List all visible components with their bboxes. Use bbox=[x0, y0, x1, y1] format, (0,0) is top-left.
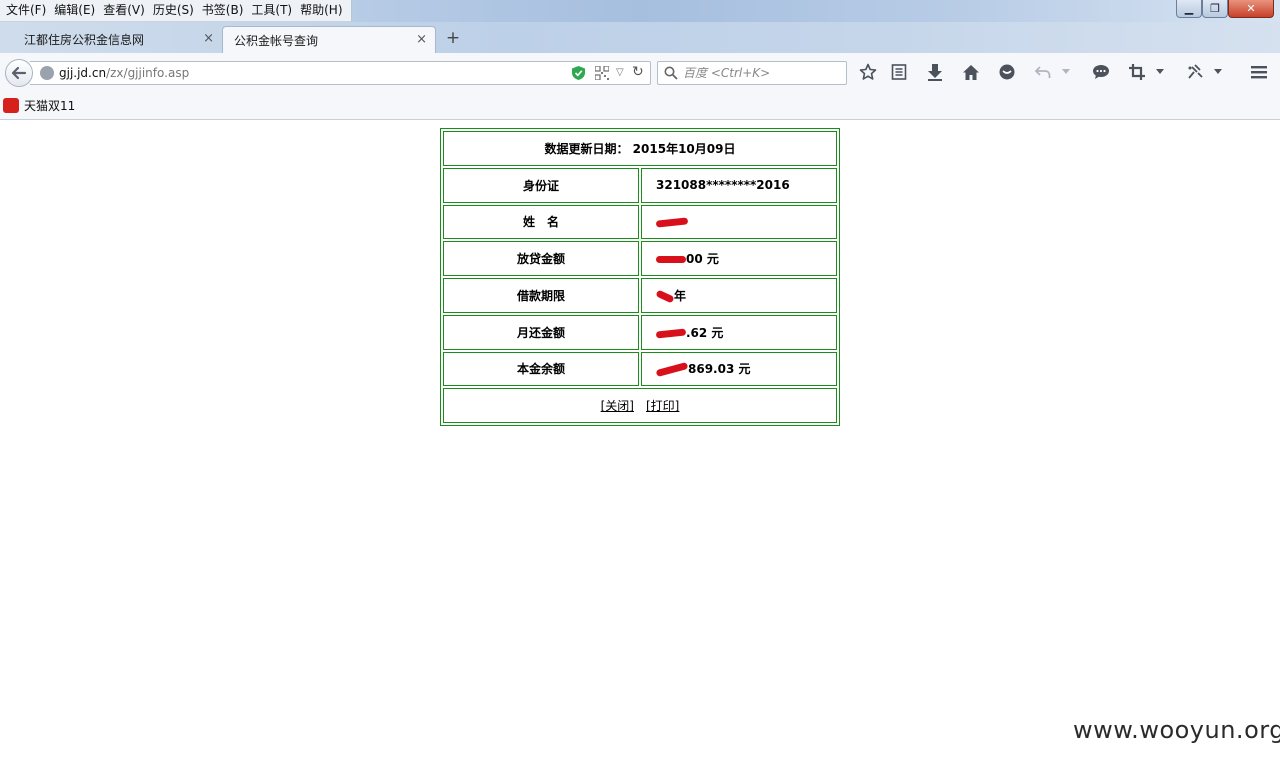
redaction-mark bbox=[655, 362, 689, 378]
close-window-button[interactable]: ✕ bbox=[1228, 0, 1274, 18]
table-row: 借款期限 年 bbox=[443, 278, 837, 313]
menu-icon[interactable] bbox=[1249, 62, 1269, 82]
extension-icon[interactable] bbox=[1185, 62, 1205, 82]
crop-icon[interactable] bbox=[1127, 62, 1147, 82]
download-icon[interactable] bbox=[925, 62, 945, 82]
tab-close-icon[interactable]: × bbox=[203, 32, 214, 46]
tab-label: 江都住房公积金信息网 bbox=[24, 33, 145, 47]
tab-jiangdu-gjj[interactable]: 江都住房公积金信息网 × bbox=[0, 26, 222, 53]
new-tab-button[interactable]: + bbox=[444, 28, 462, 48]
back-button[interactable] bbox=[5, 59, 33, 87]
menu-edit[interactable]: 编辑(E) bbox=[50, 0, 99, 21]
back-arrow-icon bbox=[11, 66, 27, 80]
menu-bar: 文件(F) 编辑(E) 查看(V) 历史(S) 书签(B) 工具(T) 帮助(H… bbox=[0, 0, 352, 22]
principal-balance-value: 869.03 元 bbox=[641, 351, 837, 387]
account-info-table: 数据更新日期： 2015年10月09日 身份证 321088********20… bbox=[440, 128, 840, 426]
close-link[interactable]: [关闭] bbox=[601, 399, 634, 413]
reading-list-icon[interactable] bbox=[889, 62, 909, 82]
loan-term-label: 借款期限 bbox=[443, 278, 639, 313]
qr-code-icon[interactable] bbox=[595, 66, 609, 80]
tab-label: 公积金帐号查询 bbox=[234, 34, 319, 48]
maximize-button[interactable]: ❐ bbox=[1202, 0, 1228, 18]
principal-balance-label: 本金余额 bbox=[443, 351, 639, 387]
menu-file[interactable]: 文件(F) bbox=[2, 0, 50, 21]
loan-term-value: 年 bbox=[641, 278, 837, 313]
home-icon[interactable] bbox=[961, 62, 981, 82]
watermark: www.wooyun.org bbox=[1073, 716, 1280, 744]
url-text[interactable]: gjj.jd.cn/zx/gjjinfo.asp bbox=[59, 65, 189, 81]
tab-close-icon[interactable]: × bbox=[416, 33, 427, 47]
reload-icon[interactable]: ↻ bbox=[632, 64, 644, 80]
menu-bookmarks[interactable]: 书签(B) bbox=[198, 0, 248, 21]
minimize-button[interactable]: ▁ bbox=[1176, 0, 1202, 18]
redaction-mark bbox=[655, 217, 689, 228]
dropdown-arrow-icon[interactable]: ▽ bbox=[616, 67, 624, 78]
menu-view[interactable]: 查看(V) bbox=[99, 0, 149, 21]
bookmark-tmall[interactable]: 天猫双11 bbox=[24, 99, 75, 114]
update-date: 数据更新日期： 2015年10月09日 bbox=[443, 131, 837, 166]
crop-dropdown-icon[interactable] bbox=[1153, 62, 1167, 82]
redaction-mark bbox=[655, 328, 687, 339]
monthly-payment-label: 月还金额 bbox=[443, 314, 639, 350]
undo-dropdown-icon[interactable] bbox=[1059, 62, 1073, 82]
print-link[interactable]: [打印] bbox=[646, 399, 679, 413]
loan-amount-value: 00 元 bbox=[641, 241, 837, 276]
site-identity-icon[interactable] bbox=[40, 66, 54, 80]
actions-cell: [关闭] [打印] bbox=[443, 388, 837, 423]
id-card-number: 321088********2016 bbox=[656, 178, 790, 193]
table-row: 本金余额 869.03 元 bbox=[443, 351, 837, 387]
menu-help[interactable]: 帮助(H) bbox=[296, 0, 346, 21]
bookmarks-bar bbox=[0, 93, 1280, 120]
monthly-payment-value: .62 元 bbox=[641, 314, 837, 350]
menu-history[interactable]: 历史(S) bbox=[149, 0, 198, 21]
id-card-label: 身份证 bbox=[443, 167, 639, 203]
star-icon[interactable] bbox=[858, 62, 878, 82]
shield-icon[interactable] bbox=[572, 66, 585, 80]
table-row: 月还金额 .62 元 bbox=[443, 314, 837, 350]
id-card-value: 321088********2016 bbox=[641, 167, 837, 203]
name-label: 姓 名 bbox=[443, 204, 639, 240]
url-domain: gjj.jd.cn bbox=[59, 66, 107, 80]
table-footer-row: [关闭] [打印] bbox=[443, 388, 837, 423]
table-row: 身份证 321088********2016 bbox=[443, 167, 837, 203]
redaction-mark bbox=[656, 256, 686, 264]
search-icon[interactable] bbox=[664, 66, 678, 80]
search-input[interactable]: 百度 <Ctrl+K> bbox=[683, 65, 770, 81]
comment-icon[interactable] bbox=[1091, 62, 1111, 82]
table-header-row: 数据更新日期： 2015年10月09日 bbox=[443, 131, 837, 166]
tab-account-query[interactable]: 公积金帐号查询 × bbox=[222, 26, 436, 54]
undo-icon[interactable] bbox=[1033, 62, 1053, 82]
tmall-icon[interactable] bbox=[3, 98, 19, 113]
url-path: /zx/gjjinfo.asp bbox=[106, 66, 190, 80]
redaction-mark bbox=[655, 289, 675, 304]
loan-amount-label: 放贷金额 bbox=[443, 241, 639, 276]
menu-tools[interactable]: 工具(T) bbox=[247, 0, 296, 21]
table-row: 放贷金额 00 元 bbox=[443, 241, 837, 276]
chat-icon[interactable] bbox=[997, 62, 1017, 82]
extension-dropdown-icon[interactable] bbox=[1211, 62, 1225, 82]
name-value bbox=[641, 204, 837, 240]
table-row: 姓 名 bbox=[443, 204, 837, 240]
